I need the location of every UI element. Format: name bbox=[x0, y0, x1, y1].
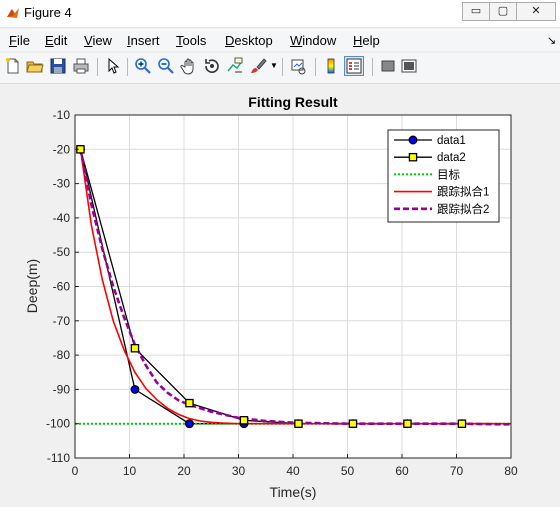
y-tick-label: -80 bbox=[53, 348, 71, 362]
x-tick-label: 70 bbox=[450, 464, 464, 478]
toolbar-separator bbox=[315, 58, 316, 76]
menu-bar: File Edit View Insert Tools Desktop Wind… bbox=[0, 29, 560, 51]
legend-marker-1 bbox=[408, 135, 418, 145]
toolbar-separator bbox=[282, 58, 283, 76]
fitting-result-chart[interactable]: 0 10 20 30 40 50 60 70 80 -10 -20 -30 -40 -50 -60 -70 -8… bbox=[1, 84, 556, 502]
y-tick-label: -110 bbox=[47, 451, 70, 465]
data2-point bbox=[294, 419, 303, 428]
x-tick-label: 30 bbox=[232, 464, 246, 478]
maximize-icon: ▢ bbox=[497, 4, 509, 17]
new-file-icon[interactable] bbox=[4, 57, 22, 75]
y-axis-label: Deep(m) bbox=[24, 259, 40, 313]
menu-window[interactable]: Window bbox=[290, 33, 336, 48]
data1-point bbox=[184, 419, 194, 429]
x-tick-label: 60 bbox=[395, 464, 409, 478]
x-tick-label: 20 bbox=[177, 464, 191, 478]
legend-label: 跟踪拟合1 bbox=[437, 185, 489, 199]
toolbar-separator bbox=[372, 58, 373, 76]
open-folder-icon[interactable] bbox=[26, 57, 44, 75]
y-tick-label: -90 bbox=[53, 382, 71, 396]
data2-point bbox=[348, 419, 358, 428]
y-tick-label: -20 bbox=[53, 142, 71, 156]
figure-toolbar: ▼ bbox=[0, 53, 560, 84]
x-tick-label: 80 bbox=[504, 464, 518, 478]
data2-point bbox=[185, 398, 194, 408]
close-icon: ✕ bbox=[531, 4, 541, 17]
minimize-icon: ▭ bbox=[470, 4, 482, 17]
matlab-logo-icon bbox=[7, 8, 19, 18]
legend-label: data1 bbox=[437, 135, 466, 147]
close-button[interactable]: ✕ bbox=[516, 2, 556, 21]
x-axis-label: Time(s) bbox=[270, 484, 317, 500]
legend-icon[interactable] bbox=[344, 56, 364, 76]
link-plot-icon[interactable] bbox=[290, 57, 308, 75]
data2-point bbox=[403, 419, 412, 428]
window-title-bar: Figure 4 ▭ ▢ ✕ bbox=[0, 0, 560, 28]
data2-point bbox=[239, 416, 249, 425]
menu-tools[interactable]: Tools bbox=[176, 33, 206, 48]
menu-file[interactable]: File bbox=[9, 33, 30, 48]
x-tick-label: 10 bbox=[123, 464, 137, 478]
x-tick-label: 50 bbox=[341, 464, 355, 478]
figure-canvas: 0 10 20 30 40 50 60 70 80 -10 -20 -30 -40 -50 -60 -70 -8… bbox=[1, 84, 556, 502]
legend-label: 目标 bbox=[437, 168, 460, 181]
y-tick-label: -30 bbox=[53, 177, 71, 191]
dropdown-arrow-icon[interactable]: ▼ bbox=[270, 61, 278, 70]
legend-label: data2 bbox=[437, 152, 466, 164]
y-tick-label: -100 bbox=[46, 417, 70, 431]
data2-point bbox=[457, 419, 467, 428]
minimize-button[interactable]: ▭ bbox=[462, 2, 490, 21]
y-tick-label: -40 bbox=[53, 211, 71, 225]
maximize-button[interactable]: ▢ bbox=[489, 2, 517, 21]
y-tick-label: -70 bbox=[53, 314, 71, 328]
zoom-out-icon[interactable] bbox=[157, 57, 175, 75]
data1-point bbox=[130, 384, 140, 394]
pan-hand-icon[interactable] bbox=[180, 57, 198, 75]
y-tick-label: -60 bbox=[53, 280, 71, 294]
brush-icon[interactable] bbox=[249, 57, 267, 75]
data-cursor-icon[interactable] bbox=[226, 57, 244, 75]
pointer-icon[interactable] bbox=[104, 57, 122, 75]
rotate-3d-icon[interactable] bbox=[203, 57, 221, 75]
chart-title: Fitting Result bbox=[248, 94, 338, 110]
save-icon[interactable] bbox=[49, 57, 67, 75]
menu-desktop[interactable]: Desktop bbox=[225, 33, 273, 48]
restore-arrow-icon[interactable]: ↘ bbox=[547, 34, 556, 47]
menu-insert[interactable]: Insert bbox=[127, 33, 160, 48]
hide-plot-tools-icon[interactable] bbox=[379, 57, 397, 75]
legend-marker-2 bbox=[408, 152, 418, 162]
legend[interactable]: data1 data2 目标跟踪拟合1 跟踪拟合2 bbox=[387, 129, 500, 223]
x-tick-label: 40 bbox=[286, 464, 300, 478]
menu-view[interactable]: View bbox=[84, 33, 112, 48]
menu-edit[interactable]: Edit bbox=[45, 33, 67, 48]
data2-point bbox=[130, 343, 140, 353]
print-icon[interactable] bbox=[72, 57, 90, 75]
colorbar-icon[interactable] bbox=[322, 57, 340, 75]
x-tick-label: 0 bbox=[72, 464, 79, 478]
window-title: Figure 4 bbox=[24, 5, 72, 20]
y-tick-label: -10 bbox=[53, 108, 71, 122]
toolbar-separator bbox=[127, 58, 128, 76]
y-tick-label: -50 bbox=[53, 245, 71, 259]
legend-label: 跟踪拟合2 bbox=[437, 202, 489, 216]
toolbar-separator bbox=[97, 58, 98, 76]
show-plot-tools-icon[interactable] bbox=[400, 57, 418, 75]
menu-help[interactable]: Help bbox=[353, 33, 380, 48]
zoom-in-icon[interactable] bbox=[134, 57, 152, 75]
